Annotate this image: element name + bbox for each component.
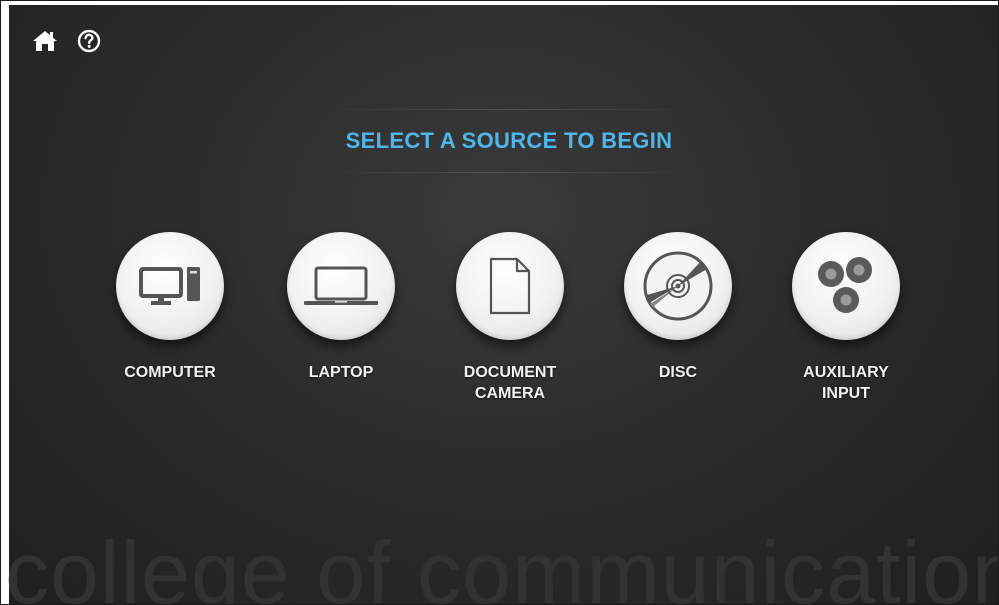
- source-circle[interactable]: [792, 232, 900, 340]
- source-label-line1: AUXILIARY: [803, 364, 889, 381]
- help-icon[interactable]: [75, 27, 103, 55]
- source-label: LAPTOP: [309, 362, 374, 383]
- source-document-camera-button[interactable]: DOCUMENT CAMERA: [435, 232, 585, 404]
- left-border: [1, 1, 9, 604]
- source-label-line1: DOCUMENT: [463, 364, 557, 381]
- source-label-line1: COMPUTER: [124, 364, 216, 381]
- source-circle[interactable]: [287, 232, 395, 340]
- computer-icon: [139, 267, 200, 305]
- source-label: COMPUTER: [124, 362, 216, 383]
- source-laptop-button[interactable]: LAPTOP: [266, 232, 416, 383]
- home-icon[interactable]: [31, 27, 59, 55]
- source-label-line1: LAPTOP: [308, 364, 374, 381]
- source-circle[interactable]: [624, 232, 732, 340]
- source-auxiliary-input-button[interactable]: AUXILIARY INPUT: [771, 232, 921, 404]
- college-watermark: college of communication: [5, 523, 999, 605]
- page-title: SELECT A SOURCE TO BEGIN: [345, 128, 673, 153]
- source-disc-button[interactable]: DISC: [603, 232, 753, 383]
- disc-icon: [643, 251, 713, 321]
- source-circle[interactable]: [116, 232, 224, 340]
- top-toolbar: [31, 27, 103, 55]
- source-circle[interactable]: [456, 232, 564, 340]
- source-label: DISC: [659, 362, 697, 383]
- touch-panel-screen: SELECT A SOURCE TO BEGIN COMPUTER LAPTOP…: [0, 0, 999, 605]
- source-computer-button[interactable]: COMPUTER: [95, 232, 245, 383]
- top-border: [1, 1, 998, 5]
- source-label-line1: DISC: [658, 364, 698, 381]
- source-label: AUXILIARY INPUT: [803, 362, 889, 404]
- source-label: DOCUMENT CAMERA: [464, 362, 556, 404]
- source-label-line2: INPUT: [821, 385, 870, 402]
- title-banner: SELECT A SOURCE TO BEGIN: [321, 109, 697, 173]
- document-camera-icon: [489, 257, 531, 315]
- auxiliary-input-icon: [818, 257, 872, 313]
- source-label-line2: CAMERA: [474, 385, 546, 402]
- laptop-icon: [304, 266, 378, 305]
